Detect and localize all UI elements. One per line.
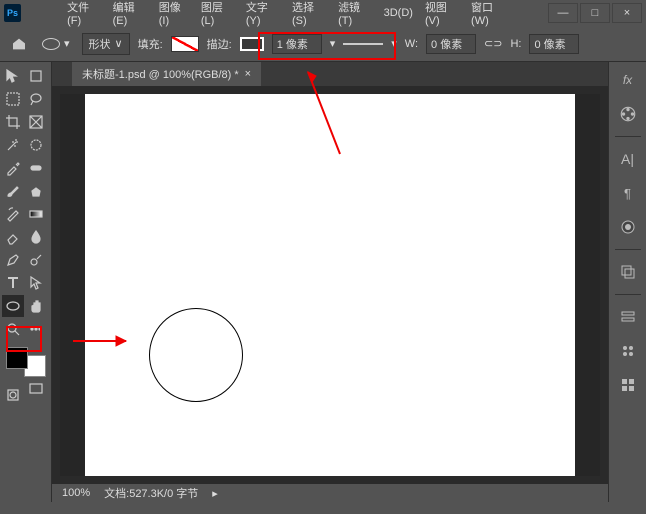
screen-mode-toggle[interactable]	[25, 378, 47, 400]
document-tab-title: 未标题-1.psd @ 100%(RGB/8) *	[82, 66, 239, 82]
chevron-down-icon[interactable]: ▾	[330, 37, 336, 50]
fill-swatch-none[interactable]	[171, 36, 199, 52]
panel-paragraph-icon[interactable]: ¶	[616, 181, 640, 205]
tool-dodge[interactable]	[25, 249, 47, 271]
stroke-label: 描边:	[207, 36, 232, 52]
tool-pen[interactable]	[2, 249, 24, 271]
height-value: 0 像素	[534, 36, 565, 52]
right-panel: fx A| ¶	[608, 62, 646, 502]
panel-brush-preset-icon[interactable]	[616, 215, 640, 239]
tool-move[interactable]	[2, 65, 24, 87]
shape-mode-select[interactable]: 形状 ∨	[82, 33, 130, 55]
stroke-width-value: 1 像素	[277, 36, 308, 52]
tool-zoom[interactable]	[2, 318, 24, 340]
link-icon[interactable]: ⊂⊃	[484, 37, 502, 50]
width-label: W:	[405, 38, 418, 50]
window-maximize-button[interactable]: □	[580, 3, 610, 23]
chevron-down-icon: ∨	[115, 37, 123, 50]
menu-filter[interactable]: 滤镜(T)	[338, 0, 372, 27]
menu-file[interactable]: 文件(F)	[67, 0, 101, 27]
tool-crop[interactable]	[2, 111, 24, 133]
menu-view[interactable]: 视图(V)	[425, 0, 459, 27]
panel-fx-icon[interactable]: fx	[616, 68, 640, 92]
menu-image[interactable]: 图像(I)	[159, 0, 189, 27]
menu-type[interactable]: 文字(Y)	[246, 0, 280, 27]
panel-character-icon[interactable]: A|	[616, 147, 640, 171]
ellipse-icon	[42, 38, 60, 50]
height-input[interactable]: 0 像素	[529, 34, 579, 54]
stroke-style-preview[interactable]	[343, 43, 383, 45]
app-icon: Ps	[4, 4, 21, 22]
menu-layer[interactable]: 图层(L)	[201, 0, 234, 27]
tool-brush[interactable]	[2, 180, 24, 202]
tool-eyedropper[interactable]	[2, 157, 24, 179]
tool-history-brush[interactable]	[2, 203, 24, 225]
doc-size-info[interactable]: 文档:527.3K/0 字节	[104, 485, 198, 501]
foreground-background-swatch[interactable]	[6, 347, 46, 377]
panel-properties-icon[interactable]	[616, 373, 640, 397]
chevron-right-icon[interactable]: ▸	[212, 487, 218, 500]
tool-gradient[interactable]	[25, 203, 47, 225]
zoom-level[interactable]: 100%	[62, 487, 90, 499]
panel-layers-icon[interactable]	[616, 260, 640, 284]
tool-edit-toolbar[interactable]	[25, 318, 47, 340]
tool-artboard[interactable]	[25, 65, 47, 87]
toolbox	[0, 62, 52, 502]
menu-3d[interactable]: 3D(D)	[384, 7, 413, 19]
close-icon[interactable]: ×	[245, 68, 251, 80]
tool-lasso[interactable]	[25, 88, 47, 110]
quick-mask-toggle[interactable]	[2, 384, 24, 406]
stroke-swatch[interactable]	[240, 37, 264, 51]
shape-ellipse-1[interactable]	[149, 308, 243, 402]
chevron-down-icon[interactable]: ▾	[391, 37, 397, 50]
height-label: H:	[510, 38, 521, 50]
tool-path-select[interactable]	[25, 272, 47, 294]
canvas-viewport[interactable]	[60, 94, 600, 476]
tool-heal[interactable]	[25, 157, 47, 179]
tool-frame[interactable]	[25, 111, 47, 133]
active-tool-indicator[interactable]: ▾	[38, 35, 74, 52]
panel-divider	[615, 294, 641, 295]
shape-mode-label: 形状	[89, 36, 111, 52]
panel-divider	[615, 136, 641, 137]
document-tab[interactable]: 未标题-1.psd @ 100%(RGB/8) * ×	[72, 62, 261, 86]
tool-rect-marquee[interactable]	[2, 88, 24, 110]
document-tabstrip: 未标题-1.psd @ 100%(RGB/8) * ×	[52, 62, 608, 86]
stroke-width-input[interactable]: 1 像素	[272, 34, 322, 54]
options-bar: ▾ 形状 ∨ 填充: 描边: 1 像素 ▾ ▾ W: 0 像素 ⊂⊃ H: 0 …	[0, 26, 646, 62]
tool-magic-wand[interactable]	[2, 134, 24, 156]
width-value: 0 像素	[431, 36, 462, 52]
tool-clone[interactable]	[25, 180, 47, 202]
status-bar: 100% 文档:527.3K/0 字节 ▸	[52, 484, 608, 502]
tool-ellipse[interactable]	[2, 295, 24, 317]
panel-color-icon[interactable]	[616, 102, 640, 126]
window-minimize-button[interactable]: —	[548, 3, 578, 23]
menu-window[interactable]: 窗口(W)	[471, 0, 508, 27]
tool-hand[interactable]	[25, 295, 47, 317]
tool-quick-select[interactable]	[25, 134, 47, 156]
window-close-button[interactable]: ×	[612, 3, 642, 23]
width-input[interactable]: 0 像素	[426, 34, 476, 54]
menu-select[interactable]: 选择(S)	[292, 0, 326, 27]
panel-history-icon[interactable]	[616, 305, 640, 329]
panel-swatches-icon[interactable]	[616, 339, 640, 363]
home-icon[interactable]	[8, 33, 30, 55]
menu-edit[interactable]: 编辑(E)	[113, 0, 147, 27]
chevron-down-icon: ▾	[64, 37, 70, 50]
foreground-color[interactable]	[6, 347, 28, 369]
tool-type[interactable]	[2, 272, 24, 294]
fill-label: 填充:	[138, 36, 163, 52]
tool-eraser[interactable]	[2, 226, 24, 248]
canvas[interactable]	[85, 94, 575, 476]
tool-blur[interactable]	[25, 226, 47, 248]
menubar: 文件(F) 编辑(E) 图像(I) 图层(L) 文字(Y) 选择(S) 滤镜(T…	[29, 3, 546, 23]
panel-divider	[615, 249, 641, 250]
